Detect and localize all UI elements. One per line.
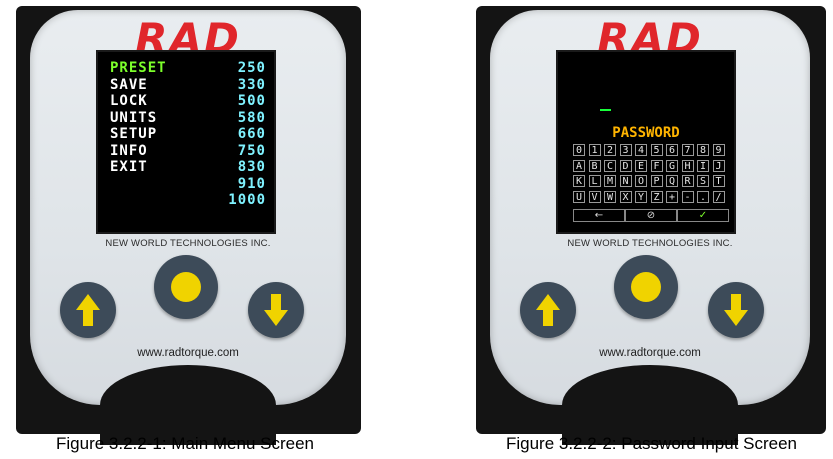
up-button[interactable]	[60, 282, 116, 338]
device-faceplate: RAD PRESET 250 SAVE 330 LOCK 500 UNITS 580 SETUP…	[30, 10, 346, 445]
menu-row[interactable]: 910	[110, 176, 266, 192]
menu-label: UNITS	[110, 109, 158, 126]
lcd-screen: PRESET 250 SAVE 330 LOCK 500 UNITS 580 SETUP 660 I…	[96, 50, 276, 234]
menu-row[interactable]: SAVE 330	[110, 77, 266, 93]
select-button[interactable]	[614, 255, 678, 319]
keyboard-key[interactable]: 0	[573, 144, 585, 156]
menu-row[interactable]: PRESET 250	[110, 60, 266, 76]
keyboard-key[interactable]: K	[573, 175, 585, 187]
keyboard-key[interactable]: Z	[650, 190, 663, 203]
keyboard-key[interactable]: 7	[681, 144, 694, 156]
menu-row[interactable]: INFO 750	[110, 143, 266, 159]
keyboard-key[interactable]: M	[604, 175, 616, 187]
keyboard-key[interactable]: L	[588, 175, 601, 187]
bottom-cutout	[100, 365, 276, 445]
keyboard-key[interactable]: +	[666, 190, 678, 203]
down-arrow-icon	[724, 294, 748, 326]
figure-caption: Figure 3.2.2-2: Password Input Screen	[505, 434, 798, 453]
menu-row[interactable]: UNITS 580	[110, 110, 266, 126]
keyboard-key[interactable]: U	[573, 190, 585, 203]
website-url: www.radtorque.com	[599, 347, 701, 359]
down-arrow-icon	[264, 294, 288, 326]
keyboard-key[interactable]: Y	[635, 190, 647, 203]
menu-value: 250	[237, 60, 266, 76]
menu-value: 580	[237, 109, 266, 126]
clear-key[interactable]: ⊘	[625, 209, 677, 222]
figure-main-menu: RAD PRESET 250 SAVE 330 LOCK 500 UNITS 580 SETUP…	[0, 0, 370, 459]
keyboard-key[interactable]: 1	[588, 144, 601, 156]
menu-row[interactable]: LOCK 500	[110, 93, 266, 109]
keyboard-key[interactable]: 5	[650, 144, 663, 156]
keyboard-key[interactable]: /	[712, 190, 725, 203]
keyboard-key[interactable]: F	[650, 159, 663, 172]
menu-row[interactable]: 1000	[110, 192, 266, 208]
keyboard-key[interactable]: 2	[604, 144, 616, 156]
keyboard-key[interactable]: G	[666, 159, 678, 172]
select-dot-icon	[171, 272, 201, 302]
keyboard-key[interactable]: Q	[666, 175, 678, 187]
menu-label: SAVE	[110, 76, 148, 93]
keyboard-key[interactable]: -	[681, 190, 694, 203]
up-arrow-icon	[536, 294, 560, 326]
menu-value: 1000	[228, 192, 266, 208]
website-url: www.radtorque.com	[137, 347, 239, 359]
keyboard-key[interactable]: 6	[666, 144, 678, 156]
brand-text: NEW WORLD TECHNOLOGIES INC.	[567, 238, 733, 249]
menu-row[interactable]: EXIT 830	[110, 159, 266, 175]
keyboard-key[interactable]: .	[697, 190, 709, 203]
menu-label: LOCK	[110, 93, 148, 109]
keyboard-key[interactable]: S	[697, 175, 709, 187]
menu-row[interactable]: SETUP 660	[110, 126, 266, 142]
keyboard-key[interactable]: R	[681, 175, 694, 187]
menu-label: INFO	[110, 142, 148, 159]
keyboard-key[interactable]: N	[619, 175, 632, 187]
keyboard-key[interactable]: 9	[712, 144, 725, 156]
password-title: PASSWORD	[612, 125, 680, 141]
menu-value: 830	[237, 159, 266, 175]
input-cursor	[600, 109, 611, 111]
down-button[interactable]	[708, 282, 764, 338]
keyboard-key[interactable]: P	[650, 175, 663, 187]
down-button[interactable]	[248, 282, 304, 338]
menu-label: EXIT	[110, 159, 148, 175]
keyboard-key[interactable]: 4	[635, 144, 647, 156]
keyboard-key[interactable]: A	[573, 159, 585, 172]
keyboard-key[interactable]: D	[619, 159, 632, 172]
keyboard-key[interactable]: T	[712, 175, 725, 187]
backspace-key[interactable]: ←	[573, 209, 625, 222]
keyboard-key[interactable]: B	[588, 159, 601, 172]
keyboard-key[interactable]: 3	[619, 144, 632, 156]
select-button[interactable]	[154, 255, 218, 319]
keyboard-key[interactable]: O	[635, 175, 647, 187]
figure-password-input: R A D PASSWORD 0123456789 ABCDEFGHIJ KLMNOPQ…	[470, 0, 833, 459]
menu-value: 910	[237, 175, 266, 192]
keyboard-key[interactable]: X	[619, 190, 632, 203]
menu-label: PRESET	[110, 60, 167, 76]
bottom-cutout	[562, 365, 738, 445]
menu-value: 330	[237, 76, 266, 93]
confirm-key[interactable]: ✓	[677, 209, 729, 222]
device-faceplate: R A D PASSWORD 0123456789 ABCDEFGHIJ KLMNOPQ…	[490, 10, 810, 445]
keyboard-key[interactable]: 8	[697, 144, 709, 156]
figure-caption: Figure 3.2.2-1: Main Menu Screen	[56, 434, 314, 453]
keyboard-key[interactable]: C	[604, 159, 616, 172]
keyboard-key[interactable]: H	[681, 159, 694, 172]
menu-value: 660	[237, 126, 266, 142]
up-button[interactable]	[520, 282, 576, 338]
menu-value: 750	[237, 142, 266, 159]
keyboard-key[interactable]: W	[604, 190, 616, 203]
keyboard-bottom-bar: ← ⊘ ✓	[573, 209, 729, 222]
select-dot-icon	[631, 272, 661, 302]
menu-label: SETUP	[110, 126, 158, 142]
up-arrow-icon	[76, 294, 100, 326]
menu-value: 500	[237, 93, 266, 109]
keyboard-key[interactable]: V	[588, 190, 601, 203]
keyboard-key[interactable]: J	[712, 159, 725, 172]
brand-text: NEW WORLD TECHNOLOGIES INC.	[105, 238, 271, 249]
keyboard-key[interactable]: I	[697, 159, 709, 172]
lcd-screen: PASSWORD 0123456789 ABCDEFGHIJ KLMNOPQRST U…	[556, 50, 736, 234]
keyboard-key[interactable]: E	[635, 159, 647, 172]
